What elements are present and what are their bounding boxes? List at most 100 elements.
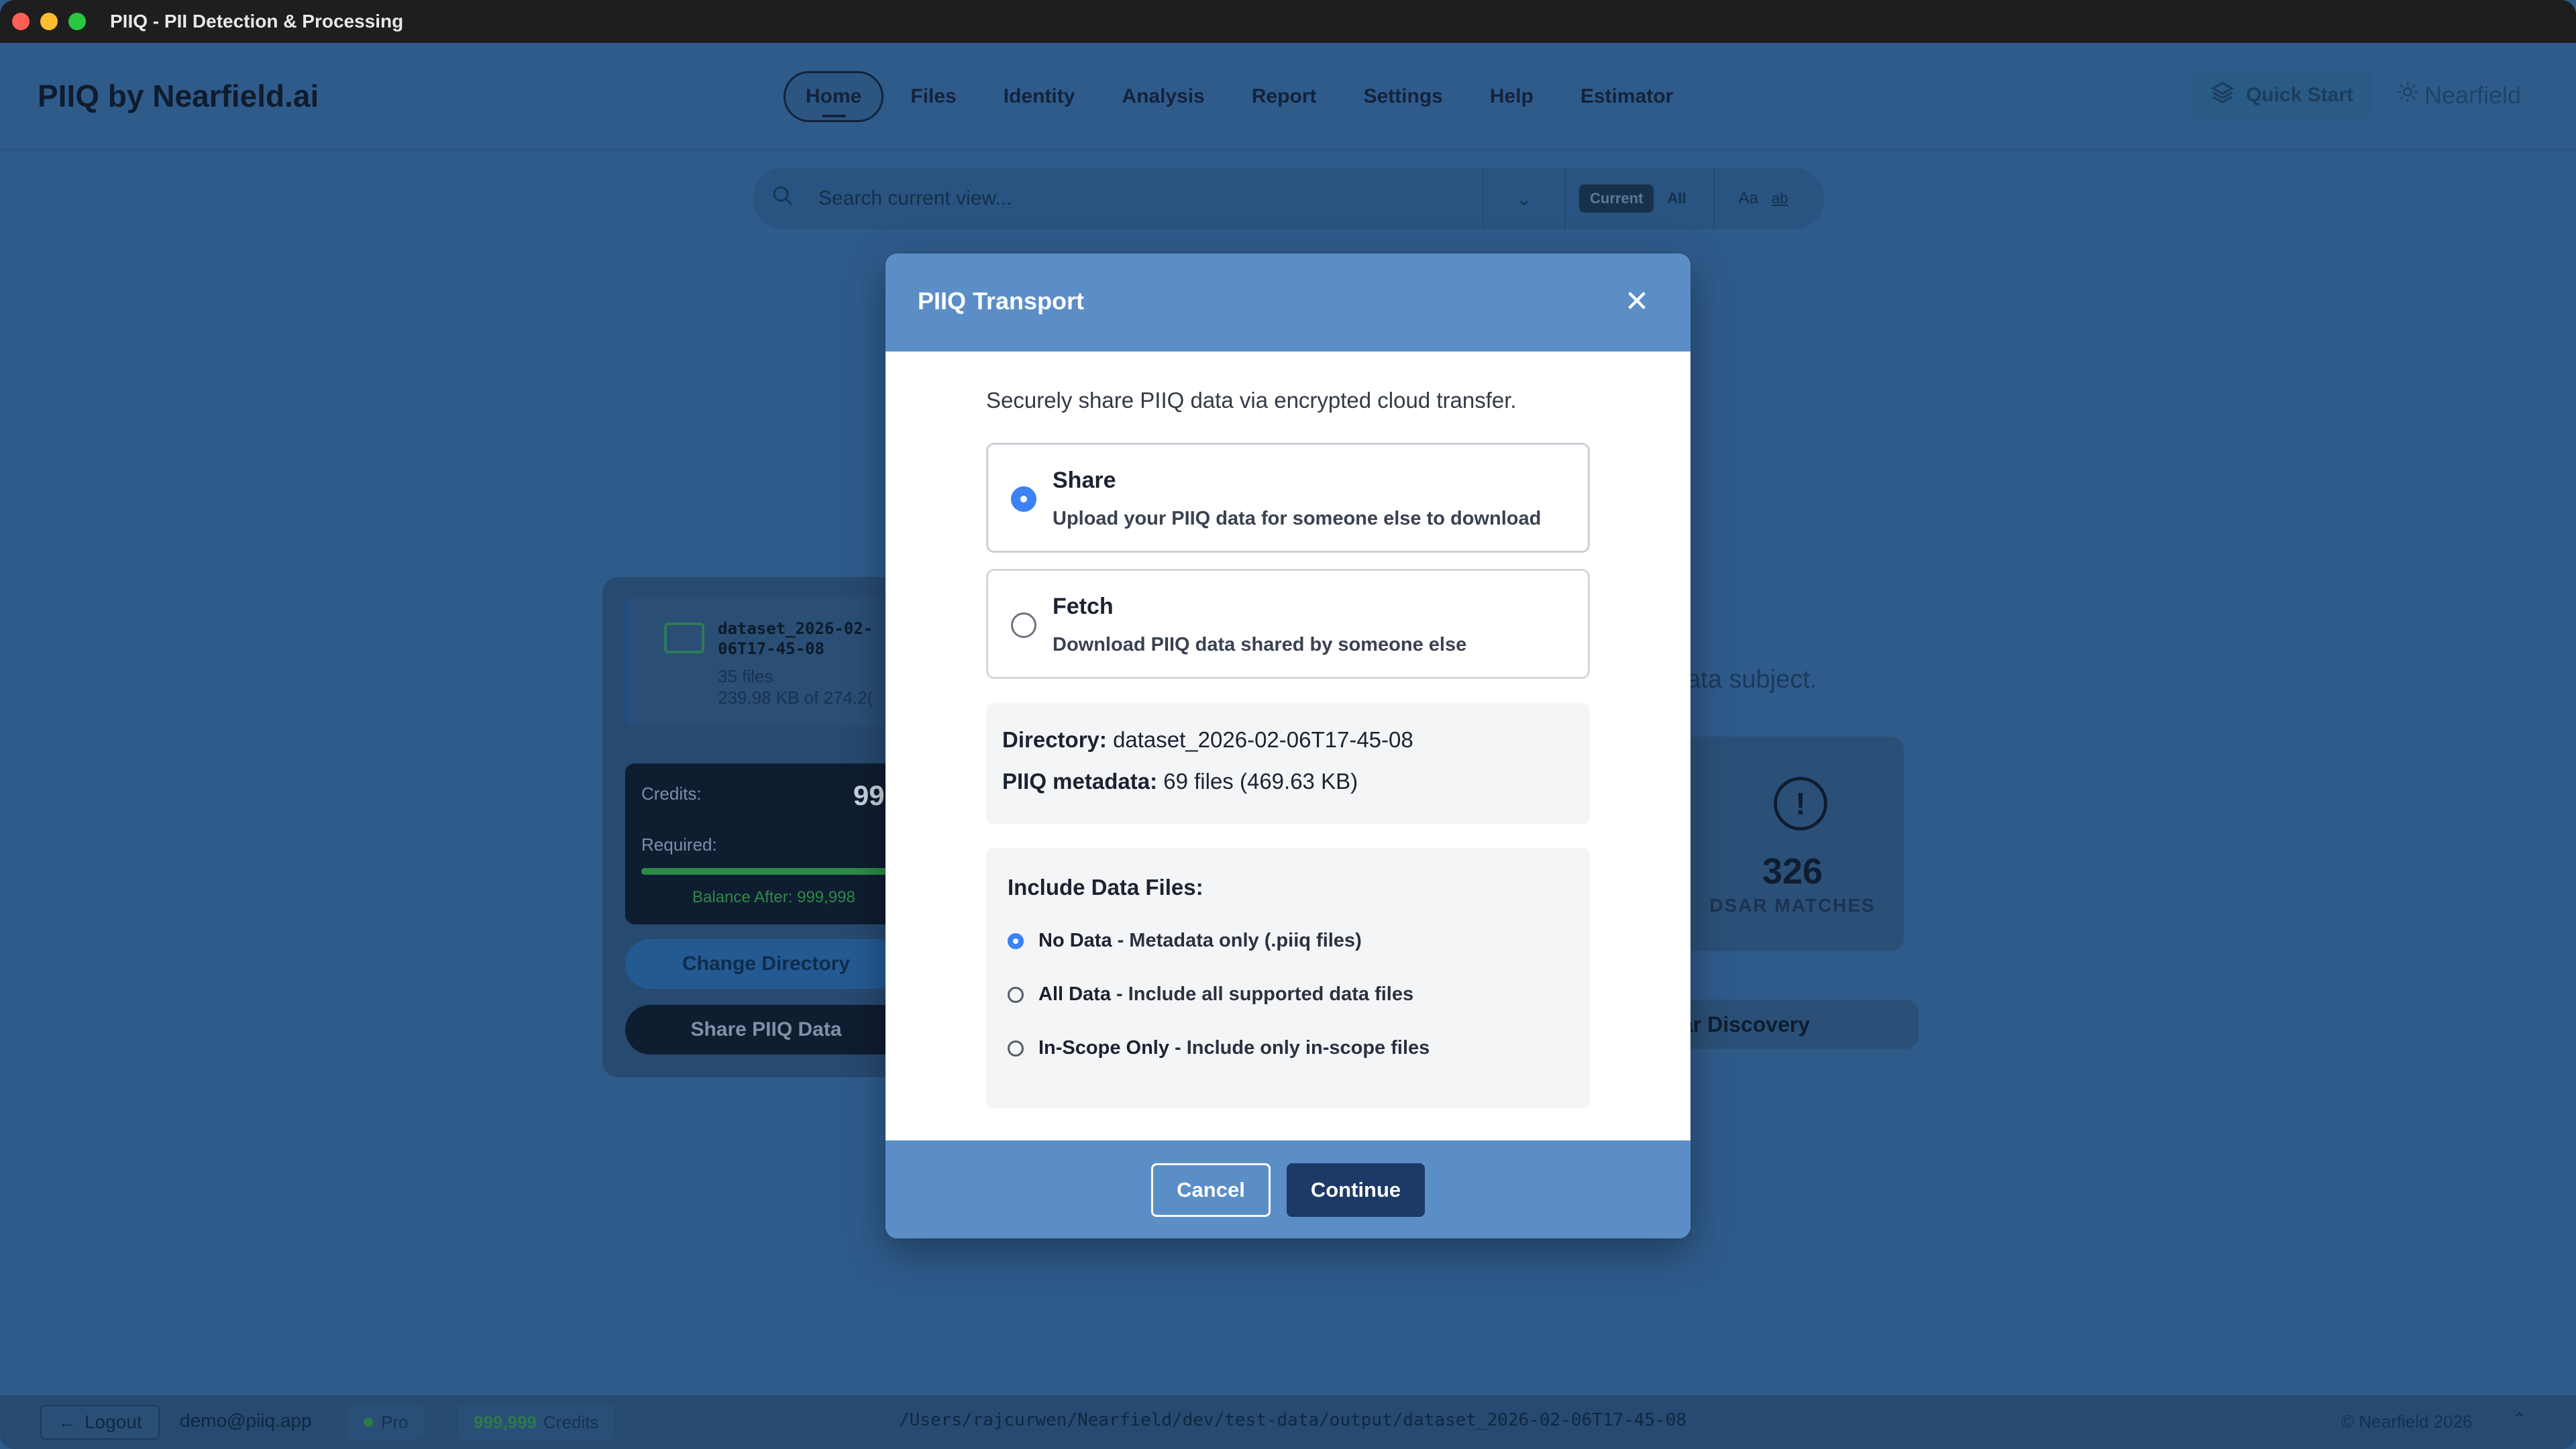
nav-report[interactable]: Report	[1232, 73, 1337, 120]
credits-label: Credits:	[641, 784, 702, 804]
option-name: No Data	[1038, 930, 1112, 951]
layers-icon	[2210, 80, 2235, 111]
modal-header: PIIQ Transport ✕	[885, 254, 1690, 352]
nav-files[interactable]: Files	[890, 73, 976, 120]
logout-label: Logout	[85, 1411, 142, 1432]
whole-word-button[interactable]: ab	[1772, 190, 1788, 207]
brand-title: PIIQ by Nearfield.ai	[38, 78, 319, 113]
window-title: PIIQ - PII Detection & Processing	[110, 11, 404, 32]
option-description: Upload your PIIQ data for someone else t…	[1053, 508, 1542, 529]
include-title: Include Data Files:	[1008, 875, 1203, 900]
user-email: demo@piiq.app	[180, 1410, 312, 1431]
cancel-button[interactable]: Cancel	[1151, 1163, 1271, 1217]
share-radio[interactable]	[1011, 486, 1036, 512]
logout-button[interactable]: ← Logout	[40, 1405, 160, 1440]
directory-line: Directory: dataset_2026-02-06T17-45-08	[1002, 727, 1413, 753]
include-option-no-data[interactable]: No Data - Metadata only (.piiq files)	[1008, 930, 1362, 952]
modal-title: PIIQ Transport	[918, 287, 1085, 315]
option-name: In-Scope Only	[1038, 1037, 1169, 1059]
in-scope-radio[interactable]	[1008, 1040, 1024, 1057]
directory-value: dataset_2026-02-06T17-45-08	[1113, 727, 1413, 752]
alert-icon: !	[1774, 777, 1827, 830]
required-label: Required:	[641, 835, 717, 855]
sun-icon	[2396, 80, 2419, 109]
close-icon[interactable]: ✕	[1617, 282, 1657, 322]
subject-text: ata subject.	[1686, 665, 1817, 694]
nav-settings[interactable]: Settings	[1343, 73, 1462, 120]
option-description: Download PIIQ data shared by someone els…	[1053, 634, 1467, 655]
all-data-radio[interactable]	[1008, 986, 1024, 1003]
directory-card: dataset_2026-02- 06T17-45-08 35 files 23…	[625, 598, 920, 726]
share-data-button[interactable]: Share PIIQ Data	[625, 1005, 907, 1055]
current-path: /Users/rajcurwen/Nearfield/dev/test-data…	[899, 1410, 1686, 1430]
option-desc: - Include only in-scope files	[1174, 1037, 1430, 1059]
nav-home[interactable]: Home	[784, 71, 884, 122]
arrow-left-icon: ←	[58, 1411, 76, 1432]
search-bar: Search current view... ⌄ Current All Aa …	[753, 168, 1825, 229]
app-header: PIIQ by Nearfield.ai Home Files Identity…	[0, 43, 2576, 150]
close-window-button[interactable]	[12, 13, 30, 30]
option-fetch[interactable]: Fetch Download PIIQ data shared by someo…	[986, 569, 1590, 679]
copyright: © Nearfield 2026	[2341, 1411, 2473, 1432]
include-option-in-scope[interactable]: In-Scope Only - Include only in-scope fi…	[1008, 1037, 1430, 1059]
plan-label: Pro	[381, 1411, 409, 1432]
search-input[interactable]: Search current view...	[818, 187, 1483, 210]
option-title: Share	[1053, 468, 1116, 493]
metadata-label: PIIQ metadata:	[1002, 769, 1158, 794]
search-divider	[1564, 168, 1566, 229]
search-icon	[771, 184, 794, 213]
folder-icon	[664, 623, 704, 653]
logo-text: Nearfield	[2424, 80, 2522, 109]
change-directory-button[interactable]: Change Directory	[625, 939, 907, 989]
fetch-radio[interactable]	[1011, 612, 1036, 638]
dsar-count: 326	[1762, 851, 1823, 892]
modal-footer: Cancel Continue	[885, 1140, 1690, 1238]
modal-intro: Securely share PIIQ data via encrypted c…	[986, 388, 1517, 413]
credits-progress-bar	[641, 868, 907, 875]
credits-unit: Credits	[543, 1411, 599, 1432]
directory-meta: 35 files 239.98 KB of 274.2(	[718, 666, 873, 708]
nav-estimator[interactable]: Estimator	[1560, 73, 1693, 120]
status-bar: ← Logout demo@piiq.app Pro 999,999 Credi…	[0, 1395, 2576, 1449]
directory-label: Directory:	[1002, 727, 1107, 752]
option-desc: - Include all supported data files	[1116, 983, 1414, 1005]
plan-badge: Pro	[347, 1405, 425, 1440]
status-dot-icon	[364, 1417, 373, 1427]
metadata-value: 69 files (469.63 KB)	[1163, 769, 1358, 794]
title-bar: PIIQ - PII Detection & Processing	[0, 0, 2576, 43]
discovery-button[interactable]: ar Discovery	[1681, 1000, 1919, 1049]
nav-analysis[interactable]: Analysis	[1102, 73, 1224, 120]
transport-modal: PIIQ Transport ✕ Securely share PIIQ dat…	[885, 254, 1690, 1238]
nearfield-logo: Nearfield	[2396, 80, 2521, 109]
scope-all-button[interactable]: All	[1667, 190, 1686, 207]
search-divider	[1713, 168, 1715, 229]
main-nav: Home Files Identity Analysis Report Sett…	[784, 71, 1693, 122]
no-data-radio[interactable]	[1008, 932, 1024, 949]
option-name: All Data	[1038, 983, 1111, 1005]
minimize-window-button[interactable]	[40, 13, 58, 30]
include-option-all-data[interactable]: All Data - Include all supported data fi…	[1008, 983, 1413, 1006]
credits-badge: 999,999 Credits	[458, 1405, 615, 1440]
chevron-down-icon[interactable]: ⌄	[1484, 188, 1564, 210]
continue-button[interactable]: Continue	[1287, 1163, 1425, 1217]
nav-identity[interactable]: Identity	[983, 73, 1095, 120]
credits-number: 999,999	[474, 1411, 537, 1432]
dsar-label: DSAR MATCHES	[1709, 895, 1876, 916]
zoom-window-button[interactable]	[68, 13, 86, 30]
dsar-stat-card: ! 326 DSAR MATCHES	[1681, 737, 1904, 951]
app-window: PIIQ - PII Detection & Processing PIIQ b…	[0, 0, 2576, 1449]
metadata-line: PIIQ metadata: 69 files (469.63 KB)	[1002, 769, 1358, 794]
quick-start-button[interactable]: Quick Start	[2191, 70, 2372, 121]
scope-current-button[interactable]: Current	[1579, 184, 1654, 213]
balance-after: Balance After: 999,998	[692, 888, 855, 906]
directory-info: Directory: dataset_2026-02-06T17-45-08 P…	[986, 703, 1590, 824]
match-case-button[interactable]: Aa	[1739, 189, 1758, 208]
credits-card: Credits: 999 Required: Balance After: 99…	[625, 763, 907, 924]
chevron-up-icon[interactable]: ⌃	[2512, 1409, 2527, 1431]
quick-start-label: Quick Start	[2245, 84, 2354, 106]
option-title: Fetch	[1053, 594, 1114, 619]
directory-name: dataset_2026-02- 06T17-45-08	[718, 619, 873, 658]
option-share[interactable]: Share Upload your PIIQ data for someone …	[986, 443, 1590, 553]
nav-help[interactable]: Help	[1470, 73, 1554, 120]
include-data-section: Include Data Files: No Data - Metadata o…	[986, 848, 1590, 1108]
